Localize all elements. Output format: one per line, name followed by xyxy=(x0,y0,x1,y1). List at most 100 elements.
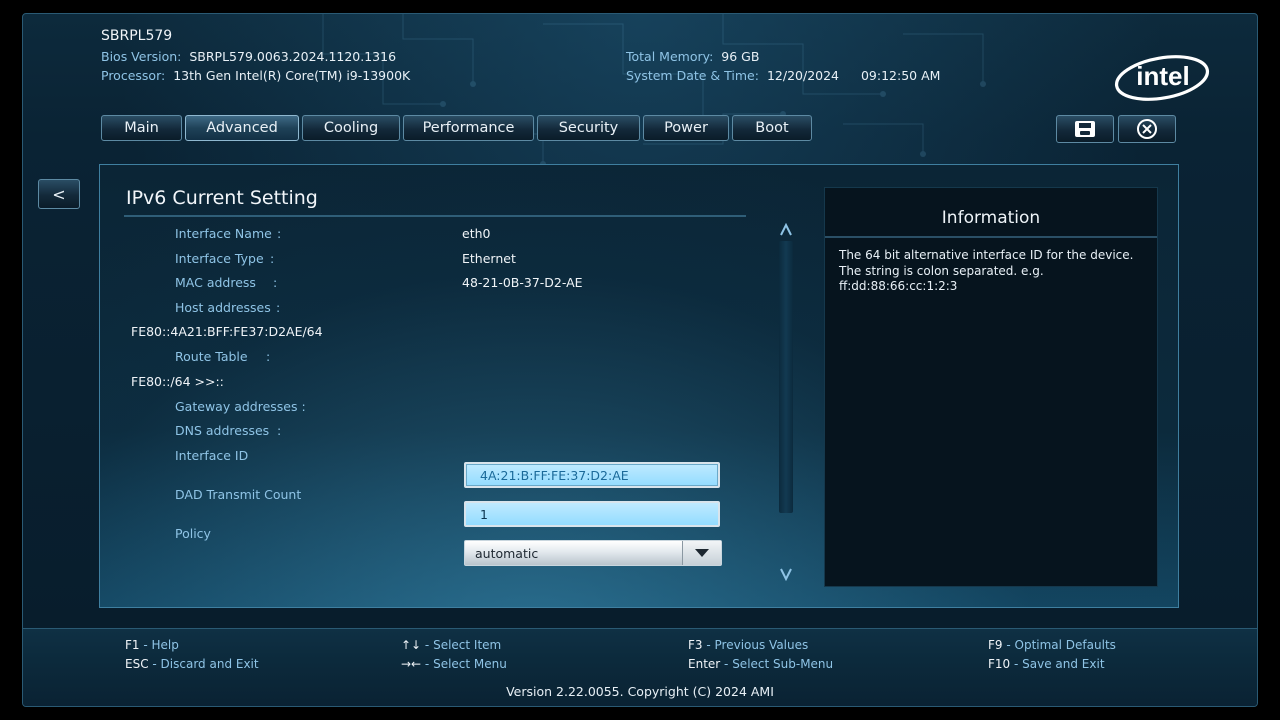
mac-address-colon: : xyxy=(273,275,278,290)
information-panel: Information The 64 bit alternative inter… xyxy=(824,187,1158,587)
interface-name-label: Interface Name xyxy=(175,226,272,241)
save-icon xyxy=(1075,121,1095,137)
footer-key-discard: ESC - Discard and Exit xyxy=(125,657,259,671)
processor-value: 13th Gen Intel(R) Core(TM) i9-13900K xyxy=(173,68,411,83)
dad-transmit-count-input[interactable]: 1 xyxy=(464,501,720,527)
footer-key: ESC xyxy=(125,657,149,671)
tab-security[interactable]: Security xyxy=(537,115,640,141)
route-table-value: FE80::/64 >>:: xyxy=(131,374,224,389)
host-addresses-value: FE80::4A21:BFF:FE37:D2AE/64 xyxy=(131,324,323,339)
main-tab-bar: Main Advanced Cooling Performance Securi… xyxy=(101,115,812,143)
footer-key-sub-menu: Enter - Select Sub-Menu xyxy=(688,657,833,671)
close-circle-icon xyxy=(1137,119,1157,139)
policy-select[interactable]: automatic xyxy=(464,540,722,566)
interface-id-label: Interface ID xyxy=(175,448,249,463)
footer-desc: Select Menu xyxy=(433,657,507,671)
dad-transmit-count-label: DAD Transmit Count xyxy=(175,487,302,502)
footer-key: →← xyxy=(401,657,422,671)
back-button[interactable]: < xyxy=(38,179,80,209)
bios-version-value: SBRPL579.0063.2024.1120.1316 xyxy=(189,49,397,64)
gateway-addresses-label: Gateway addresses : xyxy=(175,399,306,414)
settings-scrollbar[interactable] xyxy=(778,223,794,583)
route-table-label: Route Table xyxy=(175,349,248,364)
interface-type-value: Ethernet xyxy=(462,251,516,266)
interface-id-input[interactable]: 4A:21:B:FF:FE:37:D2:AE xyxy=(464,462,720,488)
footer-desc: Discard and Exit xyxy=(160,657,259,671)
system-name: SBRPL579 xyxy=(101,28,173,44)
bios-version-row: Bios Version: SBRPL579.0063.2024.1120.13… xyxy=(101,49,396,64)
footer-sep: - xyxy=(1010,657,1023,671)
footer-desc: Save and Exit xyxy=(1022,657,1105,671)
interface-type-colon: : xyxy=(270,251,275,266)
footer-sep: - xyxy=(720,657,733,671)
footer-key: Enter xyxy=(688,657,721,671)
host-addresses-label: Host addresses xyxy=(175,300,271,315)
policy-label: Policy xyxy=(175,526,211,541)
time-value: 09:12:50 AM xyxy=(860,68,941,83)
tab-power[interactable]: Power xyxy=(643,115,729,141)
interface-name-value: eth0 xyxy=(462,226,491,241)
processor-row: Processor: 13th Gen Intel(R) Core(TM) i9… xyxy=(101,68,410,83)
footer-desc: Select Item xyxy=(433,638,502,652)
footer-sep: - xyxy=(421,657,434,671)
host-addresses-colon: : xyxy=(276,300,281,315)
memory-value: 96 GB xyxy=(721,49,760,64)
datetime-label: System Date & Time: xyxy=(626,68,759,83)
footer-sep: - xyxy=(139,638,152,652)
date-value: 12/20/2024 xyxy=(766,68,839,83)
memory-label: Total Memory: xyxy=(626,49,714,64)
footer-desc: Previous Values xyxy=(714,638,809,652)
bios-window: SBRPL579 Bios Version: SBRPL579.0063.202… xyxy=(22,13,1258,707)
footer-key-previous-values: F3 - Previous Values xyxy=(688,638,808,652)
footer-desc: Select Sub-Menu xyxy=(732,657,834,671)
datetime-row: System Date & Time: 12/20/2024 09:12:50 … xyxy=(626,68,940,83)
circuit-background xyxy=(322,14,986,167)
mac-address-label: MAC address xyxy=(175,275,256,290)
scroll-up-icon[interactable] xyxy=(780,223,792,237)
logo-text: intel xyxy=(1136,61,1189,91)
scroll-down-icon[interactable] xyxy=(780,567,792,581)
memory-row: Total Memory: 96 GB xyxy=(626,49,759,64)
tab-performance[interactable]: Performance xyxy=(403,115,534,141)
footer-key: ↑↓ xyxy=(401,638,422,652)
footer-key: F9 xyxy=(988,638,1003,652)
settings-panel: IPv6 Current Setting Interface Name : et… xyxy=(99,164,1179,608)
footer-desc: Optimal Defaults xyxy=(1014,638,1116,652)
route-table-colon: : xyxy=(266,349,271,364)
footer-key: F10 xyxy=(988,657,1011,671)
tab-boot[interactable]: Boot xyxy=(732,115,812,141)
footer-sep: - xyxy=(148,657,161,671)
footer-key: F3 xyxy=(688,638,703,652)
footer-sep: - xyxy=(702,638,715,652)
dns-addresses-label: DNS addresses xyxy=(175,423,270,438)
footer-sep: - xyxy=(1002,638,1015,652)
processor-label: Processor: xyxy=(101,68,166,83)
tab-cooling[interactable]: Cooling xyxy=(302,115,400,141)
exit-button[interactable] xyxy=(1118,115,1176,143)
policy-select-value: automatic xyxy=(475,545,539,561)
footer-key-optimal-defaults: F9 - Optimal Defaults xyxy=(988,638,1116,652)
footer-key-save-exit: F10 - Save and Exit xyxy=(988,657,1105,671)
interface-type-label: Interface Type xyxy=(175,251,264,266)
tab-advanced[interactable]: Advanced xyxy=(185,115,299,141)
scrollbar-track[interactable] xyxy=(779,241,793,513)
dns-addresses-colon: : xyxy=(277,423,282,438)
footer-key-help: F1 - Help xyxy=(125,638,179,652)
footer-key: F1 xyxy=(125,638,140,652)
chevron-down-icon xyxy=(695,549,709,557)
version-text: Version 2.22.0055. Copyright (C) 2024 AM… xyxy=(506,684,774,699)
mac-address-value: 48-21-0B-37-D2-AE xyxy=(462,275,583,290)
footer-key-select-menu: →← - Select Menu xyxy=(401,657,507,671)
footer-sep: - xyxy=(421,638,434,652)
save-button[interactable] xyxy=(1056,115,1114,143)
information-title: Information xyxy=(941,208,1041,228)
interface-name-colon: : xyxy=(277,226,282,241)
tab-main[interactable]: Main xyxy=(101,115,182,141)
policy-dropdown-button[interactable] xyxy=(682,541,721,565)
footer-key-select-item: ↑↓ - Select Item xyxy=(401,638,501,652)
page-title: IPv6 Current Setting xyxy=(126,187,318,209)
information-text: The 64 bit alternative interface ID for … xyxy=(839,248,1134,293)
title-divider xyxy=(124,215,746,217)
intel-logo-icon: intel xyxy=(1114,55,1210,101)
bios-version-label: Bios Version: xyxy=(101,49,182,64)
